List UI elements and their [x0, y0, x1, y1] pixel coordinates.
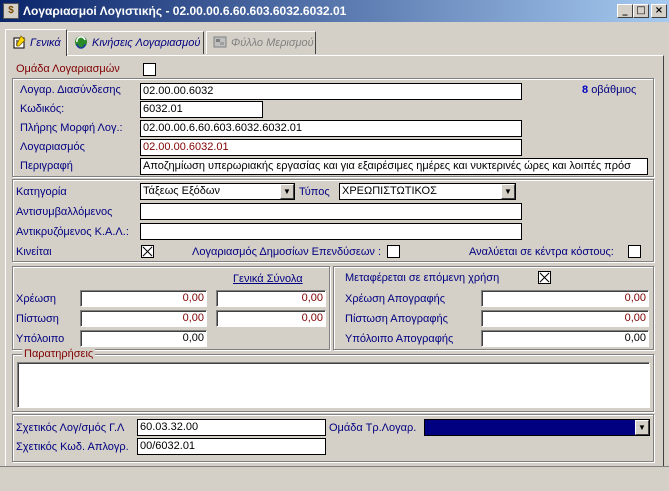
full-form-field[interactable]: 02.00.00.6.60.603.6032.6032.01 [140, 120, 522, 137]
inventory-debit-label: Χρέωση Απογραφής [345, 293, 445, 305]
level-label: οβάθμιος [591, 84, 637, 96]
movements-tab-icon [74, 35, 88, 52]
app-icon: $ [3, 3, 19, 19]
tab-general[interactable]: Γενικά [5, 29, 67, 56]
tab-account-movements[interactable]: Κινήσεις Λογαριασμού [67, 31, 204, 54]
related-gl-field[interactable]: 60.03.32.00 [137, 419, 326, 436]
debit-field[interactable]: 0,00 [80, 290, 207, 307]
tab-allocation-sheet[interactable]: Φύλλο Μερισμού [206, 31, 316, 54]
general-tab-icon [12, 34, 26, 52]
close-button[interactable]: × [651, 4, 667, 18]
code-label: Κωδικός: [20, 103, 65, 115]
inventory-balance-label: Υπόλοιπο Απογραφής [345, 333, 454, 345]
counter-party-field[interactable] [140, 203, 522, 220]
type-label: Τύπος [299, 186, 330, 198]
carry-over-label: Μεταφέρεται σε επόμενη χρήση [345, 272, 500, 284]
related-group-select[interactable]: ▼ [424, 419, 650, 436]
inventory-balance-field[interactable]: 0,00 [481, 330, 649, 347]
level-number: 8 [582, 84, 589, 96]
allocation-tab-icon [213, 35, 227, 52]
counter-party-label: Αντισυμβαλλόμενος [16, 206, 113, 218]
account-field[interactable]: 02.00.00.6032.01 [140, 139, 522, 156]
account-label: Λογαριασμός [20, 141, 85, 153]
notes-label: Παρατηρήσεις [22, 348, 96, 360]
description-label: Περιγραφή [20, 160, 73, 172]
cost-centers-label: Αναλύεται σε κέντρα κόστους: [469, 246, 614, 258]
balance-field[interactable]: 0,00 [80, 330, 207, 347]
inventory-debit-field[interactable]: 0,00 [481, 290, 649, 307]
category-select[interactable]: Τάξεως Εξόδων ▼ [140, 183, 295, 200]
level-indicator: 8 οβάθμιος [582, 84, 636, 96]
type-select[interactable]: ΧΡΕΩΠΙΣΤΩΤΙΚΟΣ ▼ [339, 183, 516, 200]
chevron-down-icon[interactable]: ▼ [501, 184, 515, 199]
account-group-checkbox[interactable] [143, 63, 156, 76]
balance-label: Υπόλοιπο [16, 333, 65, 345]
related-gl-label: Σχετικός Λογ/σμός Γ.Λ [16, 422, 125, 434]
status-bar [0, 466, 669, 491]
debit-total-field[interactable]: 0,00 [216, 290, 326, 307]
title-bar: $ Λογαριασμοί Λογιστικής - 02.00.00.6.60… [0, 0, 669, 22]
minimize-button[interactable]: _ [617, 4, 633, 18]
window-title: Λογαριασμοί Λογιστικής - 02.00.00.6.60.6… [23, 4, 347, 18]
maximize-button[interactable]: □ [633, 4, 649, 18]
counter-kal-label: Αντικρυζόμενος Κ.Α.Λ.: [16, 226, 129, 238]
account-group-label: Ομάδα Λογαριασμών [16, 63, 120, 75]
full-form-label: Πλήρης Μορφή Λογ.: [20, 122, 123, 134]
debit-label: Χρέωση [16, 293, 56, 305]
carry-over-checkbox[interactable] [538, 271, 551, 284]
code-field[interactable]: 6032.01 [140, 101, 263, 118]
credit-field[interactable]: 0,00 [80, 310, 207, 327]
inventory-credit-label: Πίστωση Απογραφής [345, 313, 448, 325]
credit-label: Πίστωση [16, 313, 59, 325]
tab-movements-label: Κινήσεις Λογαριασμού [92, 37, 201, 49]
public-investments-label: Λογαριασμός Δημοσίων Επενδύσεων : [192, 246, 382, 258]
category-label: Κατηγορία [16, 186, 67, 198]
moves-checkbox[interactable] [141, 245, 154, 258]
moves-label: Κινείται [16, 246, 52, 258]
chevron-down-icon[interactable]: ▼ [280, 184, 294, 199]
general-totals-link[interactable]: Γενικά Σύνολα [233, 273, 303, 285]
credit-total-field[interactable]: 0,00 [216, 310, 326, 327]
inventory-credit-field[interactable]: 0,00 [481, 310, 649, 327]
cost-centers-checkbox[interactable] [628, 245, 641, 258]
notes-textarea[interactable] [17, 362, 650, 408]
tab-allocation-label: Φύλλο Μερισμού [231, 37, 314, 49]
type-select-value: ΧΡΕΩΠΙΣΤΩΤΙΚΟΣ [342, 185, 437, 197]
tab-general-label: Γενικά [30, 37, 61, 49]
description-field[interactable]: Αποζημίωση υπερωριακής εργασίας και για … [140, 158, 648, 175]
related-code-field[interactable]: 00/6032.01 [137, 438, 326, 455]
chevron-down-icon[interactable]: ▼ [635, 420, 649, 435]
counter-kal-field[interactable] [140, 223, 522, 240]
related-code-label: Σχετικός Κωδ. Απλογρ. [16, 441, 129, 453]
category-select-value: Τάξεως Εξόδων [143, 185, 220, 197]
public-investments-checkbox[interactable] [387, 245, 400, 258]
related-group-label: Ομάδα Τρ.Λογαρ. [329, 422, 417, 434]
link-account-field[interactable]: 02.00.00.6032 [140, 83, 522, 100]
link-account-label: Λογαρ. Διασύνδεσης [20, 84, 121, 96]
